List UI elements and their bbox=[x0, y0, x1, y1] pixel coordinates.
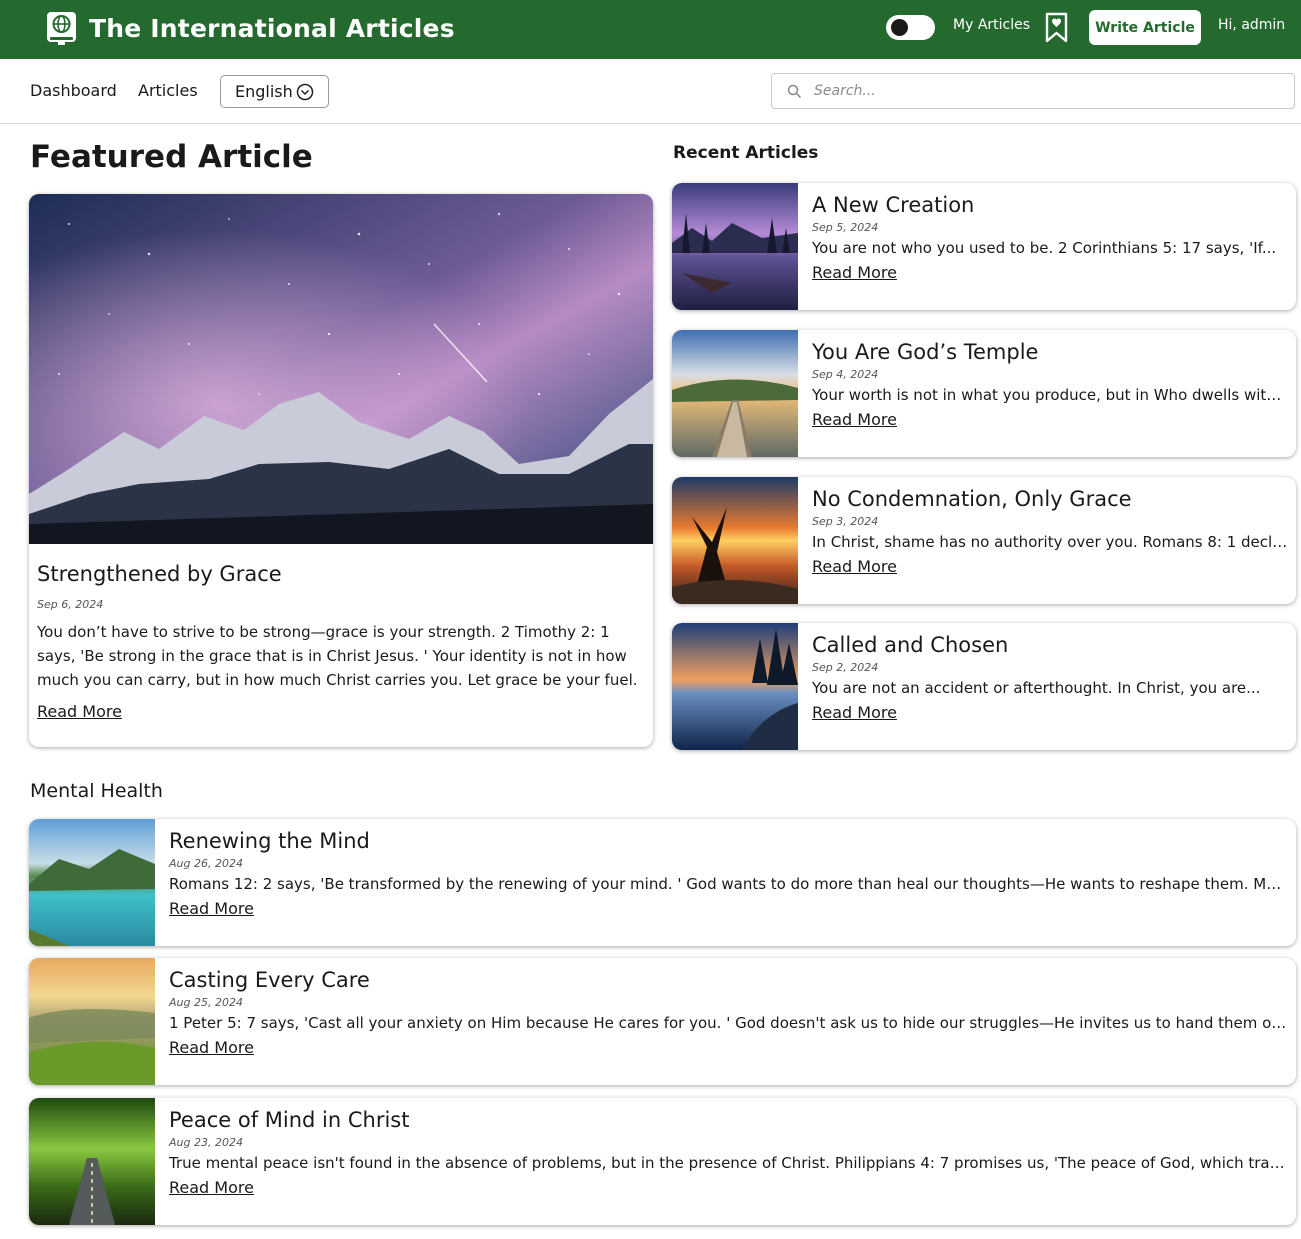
recent-article-card[interactable]: Called and Chosen Sep 2, 2024 You are no… bbox=[672, 623, 1296, 750]
article-excerpt: True mental peace isn't found in the abs… bbox=[169, 1154, 1290, 1172]
article-date: Sep 2, 2024 bbox=[812, 661, 879, 674]
article-title[interactable]: No Condemnation, Only Grace bbox=[812, 487, 1290, 511]
card-body: No Condemnation, Only Grace Sep 3, 2024 … bbox=[812, 487, 1290, 576]
read-more-link[interactable]: Read More bbox=[812, 557, 897, 576]
search-box[interactable] bbox=[771, 73, 1295, 109]
toggle-knob bbox=[891, 19, 908, 36]
card-body: You Are God’s Temple Sep 4, 2024 Your wo… bbox=[812, 340, 1290, 429]
article-title[interactable]: Called and Chosen bbox=[812, 633, 1290, 657]
featured-article-card[interactable]: Strengthened by Grace Sep 6, 2024 You do… bbox=[29, 194, 653, 747]
language-value: English bbox=[235, 82, 293, 101]
site-title: The International Articles bbox=[89, 13, 455, 43]
article-excerpt: In Christ, shame has no authority over y… bbox=[812, 533, 1290, 551]
read-more-link[interactable]: Read More bbox=[169, 1038, 254, 1057]
featured-article-image bbox=[29, 194, 653, 544]
article-thumbnail bbox=[672, 330, 798, 457]
article-thumbnail bbox=[29, 958, 155, 1085]
article-date: Sep 4, 2024 bbox=[812, 368, 879, 381]
article-date: Aug 25, 2024 bbox=[169, 996, 243, 1009]
article-title[interactable]: Casting Every Care bbox=[169, 968, 1290, 992]
article-thumbnail bbox=[672, 623, 798, 750]
read-more-link[interactable]: Read More bbox=[812, 410, 897, 429]
globe-book-icon bbox=[47, 12, 76, 45]
featured-read-more-link[interactable]: Read More bbox=[37, 702, 122, 721]
category-article-card[interactable]: Peace of Mind in Christ Aug 23, 2024 Tru… bbox=[29, 1098, 1296, 1225]
category-article-card[interactable]: Casting Every Care Aug 25, 2024 1 Peter … bbox=[29, 958, 1296, 1085]
theme-toggle[interactable] bbox=[886, 15, 935, 40]
card-body: Peace of Mind in Christ Aug 23, 2024 Tru… bbox=[169, 1108, 1290, 1197]
read-more-link[interactable]: Read More bbox=[169, 899, 254, 918]
article-excerpt: Your worth is not in what you produce, b… bbox=[812, 386, 1290, 404]
featured-article-excerpt: You don’t have to strive to be strong—gr… bbox=[37, 623, 638, 689]
brand[interactable]: The International Articles bbox=[46, 11, 455, 45]
article-thumbnail bbox=[672, 183, 798, 310]
recent-article-card[interactable]: A New Creation Sep 5, 2024 You are not w… bbox=[672, 183, 1296, 310]
language-select[interactable]: English bbox=[220, 75, 329, 108]
featured-article-title[interactable]: Strengthened by Grace bbox=[37, 562, 282, 586]
bookmark-icon[interactable] bbox=[1045, 12, 1068, 43]
article-title[interactable]: Renewing the Mind bbox=[169, 829, 1290, 853]
my-articles-link[interactable]: My Articles bbox=[953, 17, 1030, 33]
read-more-link[interactable]: Read More bbox=[812, 263, 897, 282]
article-title[interactable]: Peace of Mind in Christ bbox=[169, 1108, 1290, 1132]
featured-article-date: Sep 6, 2024 bbox=[37, 598, 104, 611]
article-excerpt: Romans 12: 2 says, 'Be transformed by th… bbox=[169, 875, 1290, 893]
article-thumbnail bbox=[29, 1098, 155, 1225]
recent-articles-heading: Recent Articles bbox=[673, 143, 819, 163]
article-excerpt: You are not an accident or afterthought.… bbox=[812, 679, 1261, 697]
read-more-link[interactable]: Read More bbox=[812, 703, 897, 722]
card-body: Called and Chosen Sep 2, 2024 You are no… bbox=[812, 633, 1290, 722]
recent-article-card[interactable]: You Are God’s Temple Sep 4, 2024 Your wo… bbox=[672, 330, 1296, 457]
article-date: Sep 3, 2024 bbox=[812, 515, 879, 528]
user-greeting[interactable]: Hi, admin bbox=[1218, 17, 1285, 33]
article-title[interactable]: You Are God’s Temple bbox=[812, 340, 1290, 364]
article-date: Aug 23, 2024 bbox=[169, 1136, 243, 1149]
featured-heading: Featured Article bbox=[30, 139, 313, 175]
article-date: Sep 5, 2024 bbox=[812, 221, 879, 234]
top-bar: The International Articles My Articles W… bbox=[0, 0, 1301, 59]
article-excerpt: You are not who you used to be. 2 Corint… bbox=[812, 239, 1277, 257]
nav-dashboard[interactable]: Dashboard bbox=[30, 81, 117, 100]
article-thumbnail bbox=[672, 477, 798, 604]
chevron-down-icon bbox=[296, 83, 314, 101]
recent-article-card[interactable]: No Condemnation, Only Grace Sep 3, 2024 … bbox=[672, 477, 1296, 604]
article-excerpt: 1 Peter 5: 7 says, 'Cast all your anxiet… bbox=[169, 1014, 1290, 1032]
read-more-link[interactable]: Read More bbox=[169, 1178, 254, 1197]
article-thumbnail bbox=[29, 819, 155, 946]
category-article-card[interactable]: Renewing the Mind Aug 26, 2024 Romans 12… bbox=[29, 819, 1296, 946]
nav-bar: Dashboard Articles English bbox=[0, 59, 1301, 124]
card-body: A New Creation Sep 5, 2024 You are not w… bbox=[812, 193, 1290, 282]
category-heading: Mental Health bbox=[30, 780, 163, 802]
search-icon bbox=[787, 84, 802, 99]
nav-articles[interactable]: Articles bbox=[138, 81, 198, 100]
card-body: Casting Every Care Aug 25, 2024 1 Peter … bbox=[169, 968, 1290, 1057]
article-date: Aug 26, 2024 bbox=[169, 857, 243, 870]
card-body: Renewing the Mind Aug 26, 2024 Romans 12… bbox=[169, 829, 1290, 918]
write-article-button[interactable]: Write Article bbox=[1089, 10, 1201, 45]
search-input[interactable] bbox=[814, 79, 1274, 103]
article-title[interactable]: A New Creation bbox=[812, 193, 1290, 217]
